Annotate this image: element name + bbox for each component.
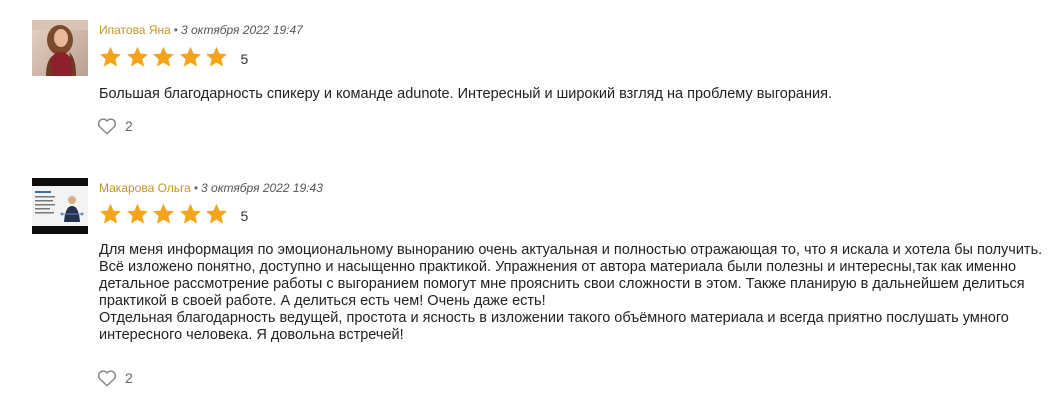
star-icon <box>205 203 232 230</box>
avatar-photo <box>32 178 88 234</box>
reviews-list: Ипатова Яна • 3 октября 2022 19:47 5 Больш… <box>0 0 1061 403</box>
like-button[interactable]: 2 <box>97 368 133 388</box>
heart-icon <box>97 370 117 387</box>
meta-separator: • <box>193 181 199 195</box>
author-name-link[interactable]: Макарова Ольга <box>99 181 191 195</box>
star-icon <box>99 203 126 230</box>
review-text: Для меня информация по эмоциональному вы… <box>99 242 1043 343</box>
rating-stars: 5 <box>99 203 249 230</box>
avatar[interactable] <box>32 178 88 234</box>
star-icon <box>126 203 153 230</box>
review-date: 3 октября 2022 19:43 <box>201 181 323 195</box>
review-item: Макарова Ольга • 3 октября 2022 19:43 5 Дл… <box>0 0 1061 403</box>
star-icon <box>152 203 179 230</box>
rating-value: 5 <box>240 208 249 224</box>
like-count: 2 <box>125 370 133 386</box>
star-icon <box>179 203 206 230</box>
review-meta: Макарова Ольга • 3 октября 2022 19:43 <box>99 181 323 195</box>
